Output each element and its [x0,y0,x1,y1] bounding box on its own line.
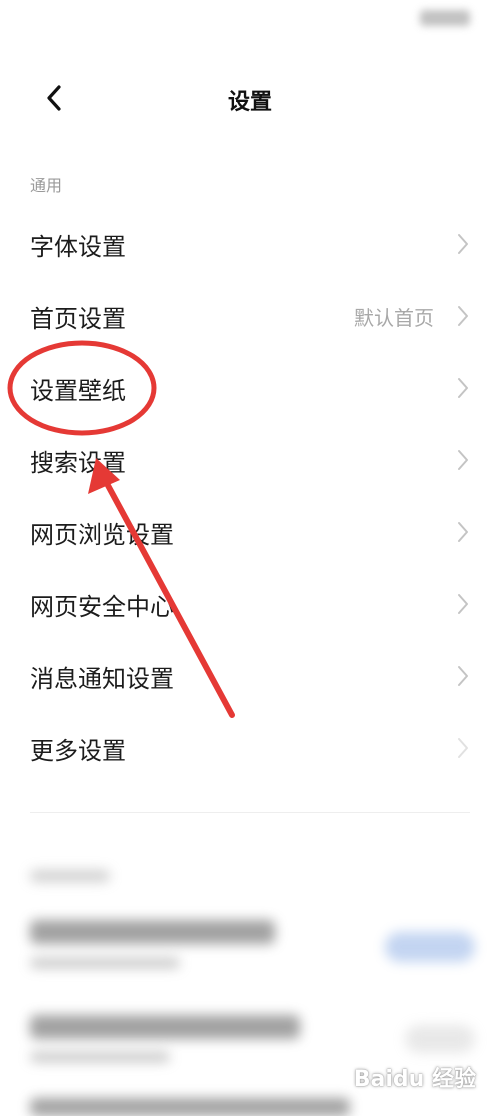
item-label: 搜索设置 [30,448,126,477]
blurred-item-title [30,1098,350,1116]
blurred-add-button[interactable] [385,932,475,962]
blurred-item-subtitle [30,1052,170,1062]
settings-item-font[interactable]: 字体设置 [0,208,500,280]
settings-item-homepage[interactable]: 首页设置 默认首页 [0,280,500,352]
settings-item-wallpaper[interactable]: 设置壁纸 [0,352,500,424]
item-label: 网页安全中心 [30,592,174,621]
status-bar [0,0,500,40]
blurred-add-button[interactable] [405,1025,475,1053]
watermark: Baidu 经验 [353,1067,476,1092]
settings-list: 字体设置 首页设置 默认首页 设置壁纸 搜索设置 网页浏览设置 网页安全中心 消… [0,208,500,784]
blurred-section-label [30,870,110,882]
chevron-right-icon [458,522,468,542]
chevron-right-icon [458,306,468,326]
item-label: 设置壁纸 [30,376,126,405]
item-label: 更多设置 [30,736,126,765]
chevron-right-icon [458,666,468,686]
item-label: 首页设置 [30,304,126,333]
chevron-right-icon [458,450,468,470]
page-title: 设置 [227,90,272,115]
section-label: 通用 [30,176,63,195]
settings-item-more[interactable]: 更多设置 [0,712,500,784]
divider [30,812,470,813]
settings-item-search[interactable]: 搜索设置 [0,424,500,496]
item-label: 消息通知设置 [30,664,174,693]
blurred-item-subtitle [30,958,180,968]
top-bar: 设置 [0,60,500,140]
status-icons-blurred [420,10,470,26]
blurred-item-title [30,920,275,944]
settings-item-notifications[interactable]: 消息通知设置 [0,640,500,712]
settings-item-browsing[interactable]: 网页浏览设置 [0,496,500,568]
chevron-right-icon [458,738,468,758]
blurred-item-title [30,1015,300,1039]
item-label: 网页浏览设置 [30,520,174,549]
item-label: 字体设置 [30,232,126,261]
chevron-right-icon [458,594,468,614]
chevron-right-icon [458,234,468,254]
chevron-right-icon [458,378,468,398]
settings-item-security-center[interactable]: 网页安全中心 [0,568,500,640]
item-value: 默认首页 [354,305,434,330]
